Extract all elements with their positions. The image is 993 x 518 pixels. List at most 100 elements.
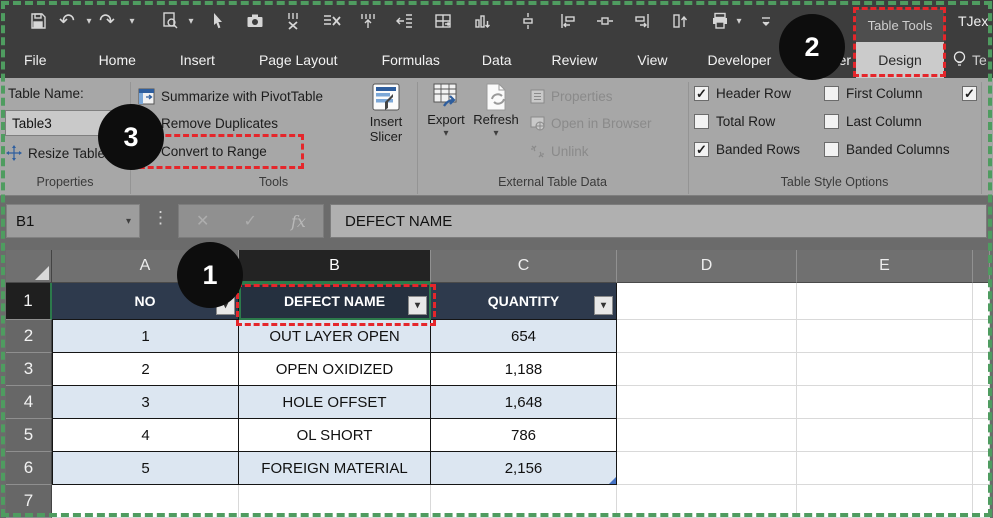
formula-bar-grip-icon[interactable]: ⋮ [152, 208, 169, 228]
column-header-b-selected[interactable]: B [239, 250, 431, 283]
align-middle-icon[interactable] [515, 7, 541, 35]
cell-empty[interactable] [797, 283, 973, 320]
column-header-partial[interactable] [973, 250, 990, 283]
cell-empty[interactable] [431, 485, 617, 518]
cell-empty[interactable] [973, 485, 990, 518]
cell-a4[interactable]: 3 [52, 386, 239, 419]
cell-empty[interactable] [797, 452, 973, 485]
align-left-icon[interactable] [555, 7, 581, 35]
cell-c3[interactable]: 1,188 [431, 353, 617, 386]
column-header-e[interactable]: E [797, 250, 973, 283]
table-resize-handle[interactable] [609, 477, 616, 484]
cell-c5[interactable]: 786 [431, 419, 617, 452]
tab-view[interactable]: View [623, 42, 681, 78]
column-header-d[interactable]: D [617, 250, 797, 283]
tab-developer[interactable]: Developer [694, 42, 786, 78]
cell-empty[interactable] [52, 485, 239, 518]
cell-empty[interactable] [797, 353, 973, 386]
tab-data[interactable]: Data [468, 42, 526, 78]
export-button[interactable]: Export ▾ [422, 82, 470, 139]
cell-a2[interactable]: 1 [52, 320, 239, 353]
cell-empty[interactable] [797, 386, 973, 419]
row-header-7[interactable]: 7 [6, 485, 52, 518]
cell-c1-table-header[interactable]: QUANTITY▾ [431, 283, 617, 320]
align-center-icon[interactable] [592, 7, 618, 35]
last-column-checkbox[interactable]: Last Column [824, 114, 922, 129]
total-row-checkbox[interactable]: Total Row [694, 114, 775, 129]
account-name[interactable]: TJex [958, 13, 988, 29]
cell-empty[interactable] [973, 452, 990, 485]
table-insert-icon[interactable] [430, 7, 456, 35]
shift-cells-up-icon[interactable] [667, 7, 693, 35]
customize-qat-icon[interactable] [753, 7, 779, 35]
banded-rows-checkbox[interactable]: ✓ Banded Rows [694, 142, 800, 157]
cell-empty[interactable] [617, 452, 797, 485]
row-header-3[interactable]: 3 [6, 353, 52, 386]
cell-b4[interactable]: HOLE OFFSET [239, 386, 431, 419]
row-header-6[interactable]: 6 [6, 452, 52, 485]
filter-dropdown-button[interactable]: ▾ [594, 296, 613, 315]
column-header-c[interactable]: C [431, 250, 617, 283]
tell-me-box[interactable]: Te [952, 42, 987, 78]
row-header-1-selected[interactable]: 1 [6, 283, 52, 320]
quick-print-dropdown-icon[interactable]: ▾ [726, 7, 752, 35]
tab-insert[interactable]: Insert [166, 42, 229, 78]
tab-page-layout[interactable]: Page Layout [245, 42, 352, 78]
cell-empty[interactable] [617, 283, 797, 320]
select-pointer-icon[interactable] [205, 7, 231, 35]
insert-slicer-button[interactable]: Insert Slicer [358, 82, 414, 144]
cell-empty[interactable] [239, 485, 431, 518]
delete-columns-icon[interactable] [280, 7, 306, 35]
camera-icon[interactable] [242, 7, 268, 35]
cell-a3[interactable]: 2 [52, 353, 239, 386]
cell-c4[interactable]: 1,648 [431, 386, 617, 419]
tab-formulas[interactable]: Formulas [368, 42, 454, 78]
insert-cells-up-icon[interactable] [355, 7, 381, 35]
redo-icon[interactable]: ↷ [94, 7, 120, 35]
insert-function-icon[interactable]: fx [291, 212, 306, 231]
first-column-checkbox[interactable]: First Column [824, 86, 923, 101]
header-row-checkbox[interactable]: ✓ Header Row [694, 86, 791, 101]
cell-empty[interactable] [973, 320, 990, 353]
cell-empty[interactable] [617, 485, 797, 518]
cell-b6[interactable]: FOREIGN MATERIAL [239, 452, 431, 485]
cell-empty[interactable] [797, 320, 973, 353]
delete-rows-icon[interactable] [319, 7, 345, 35]
cell-a5[interactable]: 4 [52, 419, 239, 452]
redo-dropdown-icon[interactable]: ▾ [119, 7, 145, 35]
filter-button-checkbox[interactable]: ✓ [962, 86, 977, 101]
chart-column-icon[interactable] [469, 7, 495, 35]
tab-design-active[interactable]: Design [856, 42, 944, 78]
cell-c6[interactable]: 2,156 [431, 452, 617, 485]
cell-empty[interactable] [617, 320, 797, 353]
cell-c2[interactable]: 654 [431, 320, 617, 353]
filter-dropdown-button[interactable]: ▾ [408, 296, 427, 315]
resize-table-button[interactable]: Resize Table [6, 141, 105, 165]
cell-empty[interactable] [973, 353, 990, 386]
row-header-4[interactable]: 4 [6, 386, 52, 419]
formula-bar-input[interactable]: DEFECT NAME [330, 204, 987, 238]
cell-b5[interactable]: OL SHORT [239, 419, 431, 452]
cell-empty[interactable] [617, 353, 797, 386]
tab-home[interactable]: Home [85, 42, 150, 78]
name-box[interactable]: B1 ▾ [6, 204, 140, 238]
cell-b3[interactable]: OPEN OXIDIZED [239, 353, 431, 386]
select-all-corner[interactable] [6, 250, 52, 283]
cell-b2[interactable]: OUT LAYER OPEN [239, 320, 431, 353]
row-header-2[interactable]: 2 [6, 320, 52, 353]
tab-file[interactable]: File [10, 42, 61, 78]
banded-columns-checkbox[interactable]: Banded Columns [824, 142, 950, 157]
cell-empty[interactable] [617, 419, 797, 452]
name-box-dropdown-icon[interactable]: ▾ [126, 216, 139, 227]
tab-review[interactable]: Review [538, 42, 612, 78]
refresh-button[interactable]: Refresh ▾ [470, 82, 522, 139]
cell-empty[interactable] [797, 485, 973, 518]
cell-empty[interactable] [617, 386, 797, 419]
save-icon[interactable] [25, 7, 51, 35]
cell-empty[interactable] [973, 283, 990, 320]
cell-empty[interactable] [973, 419, 990, 452]
cell-empty[interactable] [797, 419, 973, 452]
summarize-with-pivottable-button[interactable]: Summarize with PivotTable [138, 84, 323, 108]
print-preview-dropdown-icon[interactable]: ▾ [178, 7, 204, 35]
align-right-icon[interactable] [629, 7, 655, 35]
